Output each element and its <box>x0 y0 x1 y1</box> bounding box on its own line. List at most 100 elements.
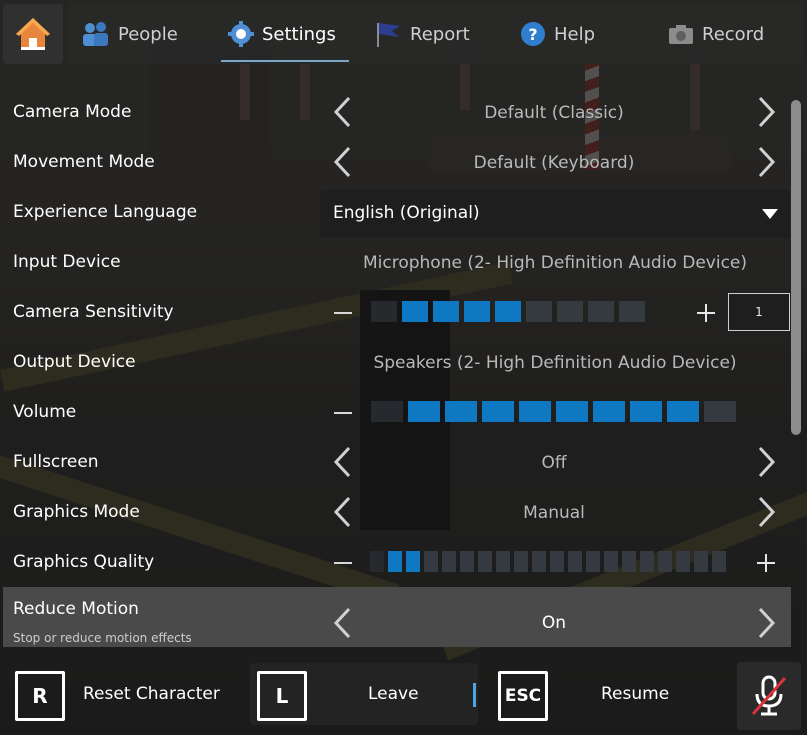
graphics-quality-label: Graphics Quality <box>13 552 155 572</box>
leave-button[interactable]: L Leave <box>250 663 478 725</box>
input-device-value[interactable]: Microphone (2- High Definition Audio Dev… <box>340 253 770 273</box>
help-icon: ? <box>521 22 545 46</box>
volume-segment[interactable] <box>630 401 662 422</box>
chevron-left-icon[interactable] <box>331 607 355 639</box>
camera-sensitivity-label: Camera Sensitivity <box>13 302 174 322</box>
graphics-quality-segment[interactable] <box>424 551 438 572</box>
tab-report[interactable]: Report <box>374 4 470 64</box>
camera-sensitivity-segment[interactable] <box>464 301 490 322</box>
tab-people[interactable]: People <box>82 4 178 64</box>
tab-help-label: Help <box>554 23 596 45</box>
graphics-quality-segment[interactable] <box>370 551 384 572</box>
setting-reduce-motion[interactable]: Reduce Motion Stop or reduce motion effe… <box>3 587 791 647</box>
home-button[interactable] <box>3 4 63 64</box>
tab-record-label: Record <box>702 23 765 45</box>
movement-mode-value: Default (Keyboard) <box>473 153 635 173</box>
volume-segment[interactable] <box>667 401 699 422</box>
svg-text:?: ? <box>528 25 537 44</box>
graphics-quality-segment[interactable] <box>532 551 546 572</box>
graphics-quality-segment[interactable] <box>550 551 564 572</box>
camera-sensitivity-segment[interactable] <box>526 301 552 322</box>
leave-label: Leave <box>368 684 419 704</box>
setting-camera-sensitivity: Camera Sensitivity <box>0 288 790 338</box>
chevron-right-icon[interactable] <box>754 496 778 528</box>
decrease-icon[interactable] <box>334 312 352 314</box>
setting-movement-mode: Movement Mode Default (Keyboard) <box>0 138 790 188</box>
volume-segment[interactable] <box>519 401 551 422</box>
camera-sensitivity-segment[interactable] <box>588 301 614 322</box>
chevron-left-icon[interactable] <box>331 496 355 528</box>
fullscreen-value: Off <box>541 453 567 473</box>
reset-character-label: Reset Character <box>83 684 220 704</box>
chevron-right-icon[interactable] <box>754 607 778 639</box>
reduce-motion-value: On <box>541 613 567 633</box>
chevron-right-icon[interactable] <box>754 446 778 478</box>
volume-segment[interactable] <box>593 401 625 422</box>
graphics-quality-segment[interactable] <box>406 551 420 572</box>
tab-settings[interactable]: Settings <box>228 4 336 64</box>
graphics-quality-segment[interactable] <box>442 551 456 572</box>
chevron-right-icon[interactable] <box>754 96 778 128</box>
fullscreen-label: Fullscreen <box>13 452 99 472</box>
graphics-quality-segment[interactable] <box>694 551 708 572</box>
experience-language-label: Experience Language <box>13 202 198 222</box>
home-icon <box>16 18 50 50</box>
chevron-left-icon[interactable] <box>331 146 355 178</box>
volume-segment[interactable] <box>482 401 514 422</box>
resume-button[interactable]: ESC Resume <box>490 663 730 725</box>
chevron-left-icon[interactable] <box>331 96 355 128</box>
graphics-quality-segment[interactable] <box>568 551 582 572</box>
output-device-label: Output Device <box>13 352 136 372</box>
tab-help[interactable]: ? Help <box>520 4 595 64</box>
leave-key-hint: L <box>257 671 307 721</box>
increase-icon[interactable] <box>757 554 775 572</box>
reduce-motion-label: Reduce Motion <box>13 599 139 619</box>
camera-sensitivity-segment[interactable] <box>557 301 583 322</box>
volume-segment[interactable] <box>556 401 588 422</box>
setting-camera-mode: Camera Mode Default (Classic) <box>0 88 790 138</box>
graphics-quality-segment[interactable] <box>604 551 618 572</box>
graphics-quality-segment[interactable] <box>460 551 474 572</box>
volume-segment[interactable] <box>371 401 403 422</box>
graphics-quality-segment[interactable] <box>478 551 492 572</box>
top-navigation: People Settings Report ? Help Record <box>0 0 807 70</box>
camera-sensitivity-segment[interactable] <box>495 301 521 322</box>
chevron-left-icon[interactable] <box>331 446 355 478</box>
graphics-mode-value: Manual <box>523 503 585 523</box>
reset-character-button[interactable]: R Reset Character <box>5 663 240 725</box>
text-cursor <box>473 683 476 707</box>
graphics-quality-segment[interactable] <box>676 551 690 572</box>
volume-segment[interactable] <box>704 401 736 422</box>
camera-sensitivity-segment[interactable] <box>619 301 645 322</box>
camera-sensitivity-input[interactable]: 1 <box>728 293 790 331</box>
graphics-quality-segment[interactable] <box>514 551 528 572</box>
microphone-toggle-button[interactable] <box>737 662 801 730</box>
graphics-quality-segment[interactable] <box>388 551 402 572</box>
setting-volume: Volume <box>0 388 790 438</box>
chevron-right-icon[interactable] <box>754 146 778 178</box>
graphics-quality-segment[interactable] <box>658 551 672 572</box>
decrease-icon[interactable] <box>334 562 352 564</box>
tab-people-label: People <box>118 23 178 45</box>
camera-sensitivity-segment[interactable] <box>433 301 459 322</box>
bottom-action-bar: R Reset Character L Leave ESC Resume <box>0 658 807 735</box>
camera-sensitivity-segment[interactable] <box>402 301 428 322</box>
tab-settings-label: Settings <box>262 23 336 45</box>
setting-fullscreen: Fullscreen Off <box>0 438 790 488</box>
camera-sensitivity-segment[interactable] <box>371 301 397 322</box>
increase-icon[interactable] <box>697 304 715 322</box>
volume-segment[interactable] <box>445 401 477 422</box>
graphics-quality-segment[interactable] <box>496 551 510 572</box>
graphics-quality-segment[interactable] <box>640 551 654 572</box>
tab-record[interactable]: Record <box>668 4 764 64</box>
people-icon <box>83 22 108 46</box>
volume-segment[interactable] <box>408 401 440 422</box>
experience-language-dropdown[interactable]: English (Original) <box>320 190 790 238</box>
scrollbar[interactable] <box>791 100 801 435</box>
graphics-quality-segment[interactable] <box>586 551 600 572</box>
output-device-value[interactable]: Speakers (2- High Definition Audio Devic… <box>340 353 770 373</box>
camera-mode-label: Camera Mode <box>13 102 132 122</box>
graphics-quality-segment[interactable] <box>622 551 636 572</box>
decrease-icon[interactable] <box>334 412 352 414</box>
graphics-quality-segment[interactable] <box>712 551 726 572</box>
